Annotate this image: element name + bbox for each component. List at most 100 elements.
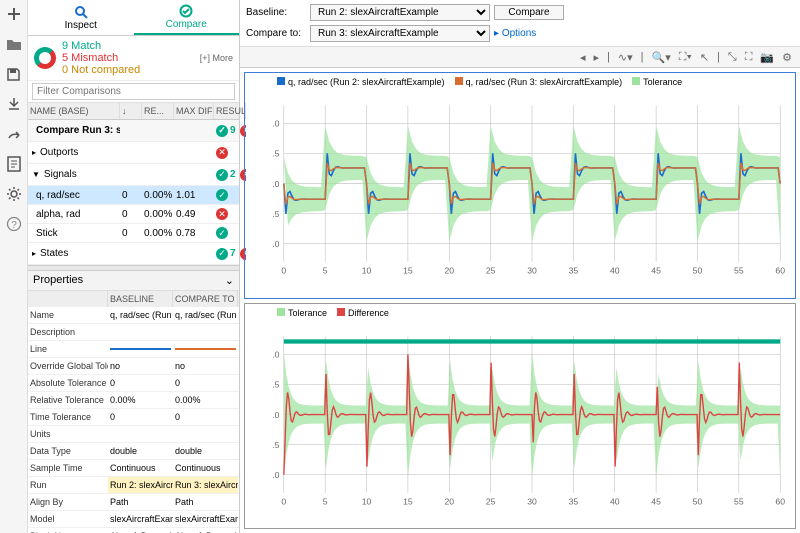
- filter-input[interactable]: [32, 83, 235, 100]
- property-row: Data Typedoubledouble: [28, 443, 239, 460]
- svg-text:60: 60: [775, 266, 785, 276]
- gear-icon[interactable]: ⚙: [782, 51, 792, 64]
- col-name[interactable]: NAME (BASE): [28, 103, 120, 119]
- svg-text:50: 50: [693, 496, 703, 506]
- svg-text:5: 5: [323, 266, 328, 276]
- add-icon[interactable]: [4, 4, 24, 24]
- property-row: Nameq, rad/sec (Run 2q, rad/sec (Run 3: [28, 307, 239, 324]
- compareto-label: Compare to:: [246, 28, 306, 39]
- svg-text:30: 30: [527, 496, 537, 506]
- filter-box: [28, 81, 239, 103]
- table-row[interactable]: alpha, rad00.00%0.49✕: [28, 205, 239, 224]
- signal-icon[interactable]: ∿▾: [618, 51, 633, 64]
- table-row[interactable]: ▼ Compare Run 3: slexAircraftExample to✓…: [28, 120, 239, 142]
- plot1-legend: q, rad/sec (Run 2: slexAircraftExample) …: [273, 75, 791, 89]
- expand-icon[interactable]: ⛶: [745, 51, 753, 64]
- col-i[interactable]: ↓: [120, 103, 142, 119]
- left-panel: Inspect Compare 9 Match 5 Mismatch 0 Not…: [28, 0, 240, 533]
- svg-text:50: 50: [693, 266, 703, 276]
- notcompared-count: 0 Not compared: [62, 64, 140, 76]
- svg-text:0.5: 0.5: [273, 379, 280, 389]
- save-icon[interactable]: [4, 64, 24, 84]
- match-count: 9 Match: [62, 40, 140, 52]
- svg-text:1.0: 1.0: [273, 349, 280, 359]
- tab-inspect[interactable]: Inspect: [28, 0, 134, 35]
- svg-text:15: 15: [403, 496, 413, 506]
- svg-text:-0.5: -0.5: [273, 439, 280, 449]
- svg-text:60: 60: [775, 496, 785, 506]
- col-re[interactable]: RE...: [142, 103, 174, 119]
- property-row: Line: [28, 341, 239, 358]
- export-icon[interactable]: [4, 124, 24, 144]
- svg-text:0.0: 0.0: [273, 179, 280, 189]
- property-row: Sample TimeContinuousContinuous: [28, 460, 239, 477]
- properties-table: Nameq, rad/sec (Run 2q, rad/sec (Run 3De…: [28, 307, 239, 533]
- properties-header[interactable]: Properties ⌄: [28, 271, 239, 291]
- svg-text:55: 55: [734, 266, 744, 276]
- baseline-select[interactable]: Run 2: slexAircraftExample: [310, 4, 490, 21]
- col-maxdiff[interactable]: MAX DIFF: [174, 103, 214, 119]
- svg-text:30: 30: [527, 266, 537, 276]
- app-toolbar: ?: [0, 0, 28, 533]
- zoom-icon[interactable]: 🔍▾: [652, 51, 671, 64]
- svg-text:1.0: 1.0: [273, 119, 280, 129]
- svg-text:0: 0: [281, 496, 286, 506]
- property-row: Align ByPathPath: [28, 494, 239, 511]
- pointer-icon[interactable]: ↖: [700, 51, 709, 64]
- svg-text:35: 35: [569, 496, 579, 506]
- tab-compare-label: Compare: [166, 19, 207, 30]
- table-row[interactable]: ▸ Outports✕: [28, 142, 239, 164]
- comparison-rows: ▼ Compare Run 3: slexAircraftExample to✓…: [28, 120, 239, 265]
- settings-icon[interactable]: [4, 184, 24, 204]
- import-icon[interactable]: [4, 94, 24, 114]
- property-row: Override Global Tolerannono: [28, 358, 239, 375]
- col-compareto: COMPARE TO: [173, 291, 238, 307]
- table-row[interactable]: Stick00.00%0.78✓: [28, 224, 239, 243]
- report-icon[interactable]: [4, 154, 24, 174]
- plot1-canvas: 051015202530354045505560-1.0-0.50.00.51.…: [273, 89, 791, 284]
- table-row[interactable]: ▸ States✓7 ✕3: [28, 243, 239, 265]
- svg-text:-1.0: -1.0: [273, 469, 280, 479]
- summary-row: 9 Match 5 Mismatch 0 Not compared [+] Mo…: [28, 36, 239, 81]
- svg-text:0.5: 0.5: [273, 149, 280, 159]
- property-row: Block NameAircraft DynamicsAircraft Dyna…: [28, 528, 239, 533]
- property-row: Relative Tolerance0.00%0.00%: [28, 392, 239, 409]
- svg-text:5: 5: [323, 496, 328, 506]
- svg-text:10: 10: [362, 266, 372, 276]
- svg-text:0.0: 0.0: [273, 409, 280, 419]
- table-row[interactable]: q, rad/sec00.00%1.01✓: [28, 186, 239, 205]
- compare-button[interactable]: Compare: [494, 5, 564, 20]
- svg-text:10: 10: [362, 496, 372, 506]
- plot-signals[interactable]: q, rad/sec (Run 2: slexAircraftExample) …: [244, 72, 796, 299]
- property-row: Units: [28, 426, 239, 443]
- more-link[interactable]: [+] More: [200, 53, 233, 63]
- collapse-icon[interactable]: ⤡: [728, 51, 737, 64]
- svg-text:25: 25: [486, 496, 496, 506]
- baseline-label: Baseline:: [246, 7, 306, 18]
- options-link[interactable]: ▸ Options: [494, 28, 564, 39]
- svg-text:20: 20: [444, 496, 454, 506]
- compareto-select[interactable]: Run 3: slexAircraftExample: [310, 25, 490, 42]
- svg-text:45: 45: [651, 266, 661, 276]
- check-circle-icon: [179, 4, 193, 18]
- plot-difference[interactable]: Tolerance Difference 0510152025303540455…: [244, 303, 796, 530]
- nav-prev-icon[interactable]: ◂: [580, 51, 586, 64]
- property-row: Time Tolerance00: [28, 409, 239, 426]
- help-icon[interactable]: ?: [4, 214, 24, 234]
- right-panel: Baseline: Run 2: slexAircraftExample Com…: [240, 0, 800, 533]
- nav-next-icon[interactable]: ▸: [594, 51, 600, 64]
- plot2-legend: Tolerance Difference: [273, 306, 791, 320]
- plot2-canvas: 051015202530354045505560-1.0-0.50.00.51.…: [273, 320, 791, 515]
- folder-icon[interactable]: [4, 34, 24, 54]
- svg-text:35: 35: [569, 266, 579, 276]
- svg-text:-1.0: -1.0: [273, 239, 280, 249]
- camera-icon[interactable]: 📷: [760, 51, 774, 64]
- tab-compare[interactable]: Compare: [134, 0, 240, 35]
- svg-text:55: 55: [734, 496, 744, 506]
- fit-icon[interactable]: ⛶▾: [679, 51, 692, 64]
- table-row[interactable]: ▼ Signals✓2 ✕1: [28, 164, 239, 186]
- chevron-down-icon: ⌄: [225, 274, 234, 287]
- mode-tabs: Inspect Compare: [28, 0, 239, 36]
- property-row: RunRun 2: slexAircraRun 3: slexAircra: [28, 477, 239, 494]
- svg-text:?: ?: [11, 220, 17, 231]
